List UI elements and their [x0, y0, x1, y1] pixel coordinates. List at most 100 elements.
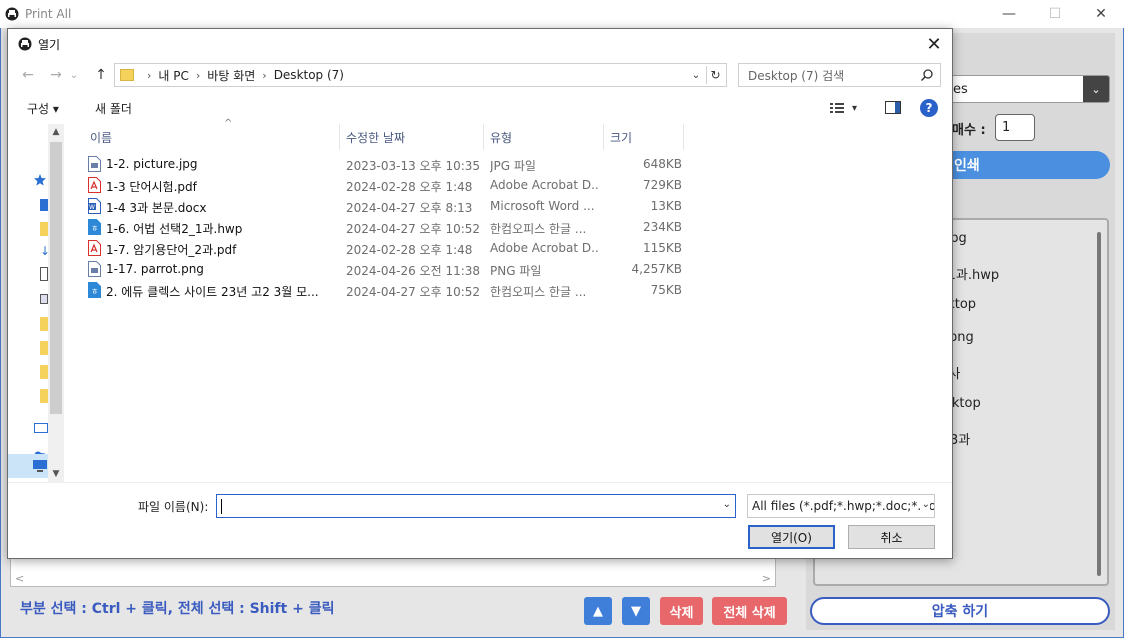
filename-history-chevron-icon[interactable]: ⌄ — [723, 499, 731, 510]
close-button[interactable]: ✕ — [1078, 0, 1124, 28]
file-row[interactable]: ㅎ 1-6. 어법 선택2_1과.hwp 2024-04-27 오후 10:52 한컴… — [84, 217, 724, 238]
file-date: 2024-04-27 오후 8:13 — [346, 201, 473, 215]
chevron-right-icon: › — [195, 68, 201, 82]
folder-icon[interactable] — [40, 341, 48, 355]
up-arrow-icon[interactable]: ↑ — [91, 65, 111, 85]
pictures-icon[interactable] — [40, 294, 48, 304]
breadcrumb-desktop[interactable]: 바탕 화면 — [207, 67, 255, 84]
scroll-up-icon[interactable]: ▲ — [48, 124, 64, 140]
compress-button[interactable]: 압축 하기 — [810, 597, 1110, 625]
breadcrumb-this-pc[interactable]: 내 PC — [158, 67, 188, 84]
vertical-scrollbar[interactable] — [1097, 232, 1101, 576]
app-window-icon[interactable] — [34, 423, 48, 433]
chevron-down-icon[interactable]: ⌄ — [1083, 76, 1109, 102]
documents-icon[interactable] — [40, 267, 48, 281]
dialog-close-button[interactable]: ✕ — [922, 32, 946, 56]
search-input[interactable]: Desktop (7) 검색 — [738, 63, 941, 87]
file-name: 1-4 3과 본문.docx — [106, 201, 207, 215]
recent-locations-chevron-icon[interactable]: ⌄ — [68, 65, 80, 85]
file-row[interactable]: W 1-4 3과 본문.docx 2024-04-27 오후 8:13 Microso… — [84, 196, 724, 217]
scroll-down-icon[interactable]: ▼ — [48, 466, 64, 482]
file-name: 1-6. 어법 선택2_1과.hwp — [106, 222, 243, 236]
file-date: 2024-04-27 오후 10:52 — [346, 222, 481, 236]
downloads-icon[interactable]: ↓ — [40, 245, 50, 257]
folder-icon[interactable] — [40, 389, 48, 403]
image-file-icon — [84, 154, 102, 174]
chevron-down-icon[interactable]: ⌄ — [919, 499, 930, 510]
file-name: 1-7. 암기용단어_2과.pdf — [106, 243, 237, 257]
file-row[interactable]: 1-2. picture.jpg 2023-03-13 오후 10:35 JPG 파… — [84, 154, 724, 175]
file-name: 1-2. picture.jpg — [106, 157, 198, 171]
move-down-button[interactable]: ▼ — [622, 597, 650, 625]
pdf-file-icon — [84, 175, 102, 195]
app-title: Print All — [25, 7, 72, 21]
breadcrumb-current-folder[interactable]: Desktop (7) — [274, 68, 344, 82]
quick-access-star-icon[interactable] — [34, 174, 46, 186]
copies-input[interactable]: 1 — [995, 114, 1035, 141]
file-type-select[interactable]: All files (*.pdf;*.hwp;*.doc;*.do ⌄ — [747, 494, 935, 518]
file-row[interactable]: 1-17. parrot.png 2024-04-26 오전 11:38 PNG 파… — [84, 259, 724, 280]
refresh-icon[interactable]: ↻ — [706, 66, 724, 84]
delete-button[interactable]: 삭제 — [660, 597, 703, 625]
file-type: Adobe Acrobat D... — [490, 178, 600, 192]
file-size: 234KB — [642, 220, 682, 234]
selection-hint: 부분 선택 : Ctrl + 클릭, 전체 선택 : Shift + 클릭 — [20, 601, 335, 617]
cancel-button[interactable]: 취소 — [848, 525, 935, 549]
move-up-button[interactable]: ▲ — [584, 597, 612, 625]
file-row[interactable]: 1-7. 암기용단어_2과.pdf 2024-02-28 오후 1:48 Adobe… — [84, 238, 724, 259]
column-header-name[interactable]: 이름 ^ — [84, 118, 340, 150]
view-options-button[interactable]: ▾ — [830, 99, 868, 117]
file-queue-list[interactable]: < > — [10, 555, 776, 587]
app-titlebar: Print All — ☐ ✕ — [0, 0, 1124, 28]
folder-icon[interactable] — [40, 365, 48, 379]
this-pc-item[interactable] — [8, 454, 48, 478]
navigation-pane-scrollbar[interactable]: ▲ ▼ — [48, 124, 64, 482]
file-date: 2024-02-28 오후 1:48 — [346, 180, 473, 194]
column-name-label: 이름 — [90, 130, 113, 145]
open-button[interactable]: 열기(O) — [748, 525, 835, 549]
scroll-left-icon[interactable]: < — [15, 572, 24, 585]
file-date: 2023-03-13 오후 10:35 — [346, 159, 481, 173]
print-button[interactable]: 인쇄 — [946, 151, 1110, 179]
column-header-size[interactable]: 크기 — [604, 124, 684, 150]
scrollbar-thumb[interactable] — [50, 142, 62, 414]
navigation-pane[interactable]: ↓ ▲ ▼ — [8, 124, 64, 482]
open-file-dialog: 열기 ✕ ← → ⌄ ↑ › 내 PC › 바탕 화면 › Desktop (7… — [7, 28, 953, 559]
file-size: 4,257KB — [631, 262, 682, 276]
address-bar[interactable]: › 내 PC › 바탕 화면 › Desktop (7) ⌄ ↻ — [114, 63, 727, 87]
file-name: 2. 에듀 클렉스 사이트 23년 고2 3월 모... — [106, 285, 319, 299]
new-folder-button[interactable]: 새 폴더 — [95, 100, 132, 117]
file-type: 한컴오피스 한글 ... — [490, 285, 587, 299]
dialog-toolbar: 구성 ▾ 새 폴더 ▾ ? — [8, 95, 952, 121]
column-header-date[interactable]: 수정한 날짜 — [340, 124, 484, 150]
horizontal-scrollbar[interactable]: < > — [11, 570, 775, 586]
file-list[interactable]: 이름 ^ 수정한 날짜 유형 크기 1-2. picture.jpg 2023-0… — [64, 118, 952, 482]
folder-icon[interactable] — [40, 222, 48, 236]
file-type: Adobe Acrobat D... — [490, 241, 600, 255]
desktop-pin-icon[interactable] — [40, 199, 48, 211]
organize-menu[interactable]: 구성 ▾ — [27, 100, 59, 117]
word-file-icon: W — [84, 196, 102, 216]
scroll-right-icon[interactable]: > — [762, 572, 771, 585]
preview-pane-icon[interactable] — [885, 101, 901, 114]
folder-icon[interactable] — [40, 317, 48, 331]
maximize-button[interactable]: ☐ — [1032, 0, 1078, 28]
file-row[interactable]: ㅎ 2. 에듀 클렉스 사이트 23년 고2 3월 모... 2024-04-27 … — [84, 280, 724, 301]
file-type: JPG 파일 — [490, 159, 536, 173]
file-type: Microsoft Word ... — [490, 199, 595, 213]
back-arrow-icon[interactable]: ← — [18, 65, 38, 85]
minimize-button[interactable]: — — [986, 0, 1032, 28]
printer-select-value: es — [953, 81, 968, 97]
search-icon[interactable] — [920, 68, 934, 82]
sort-ascending-icon: ^ — [224, 118, 233, 129]
delete-all-button[interactable]: 전체 삭제 — [712, 597, 787, 625]
dialog-title: 열기 — [38, 37, 61, 52]
column-header-type[interactable]: 유형 — [484, 124, 604, 150]
file-row[interactable]: 1-3 단어시험.pdf 2024-02-28 오후 1:48 Adobe Acro… — [84, 175, 724, 196]
printer-select[interactable]: es ⌄ — [946, 75, 1110, 103]
filename-label: 파일 이름(N): — [138, 500, 209, 514]
forward-arrow-icon[interactable]: → — [46, 65, 66, 85]
filename-input[interactable]: ⌄ — [216, 494, 736, 518]
help-icon[interactable]: ? — [920, 99, 938, 117]
address-history-chevron-icon[interactable]: ⌄ — [688, 67, 704, 83]
